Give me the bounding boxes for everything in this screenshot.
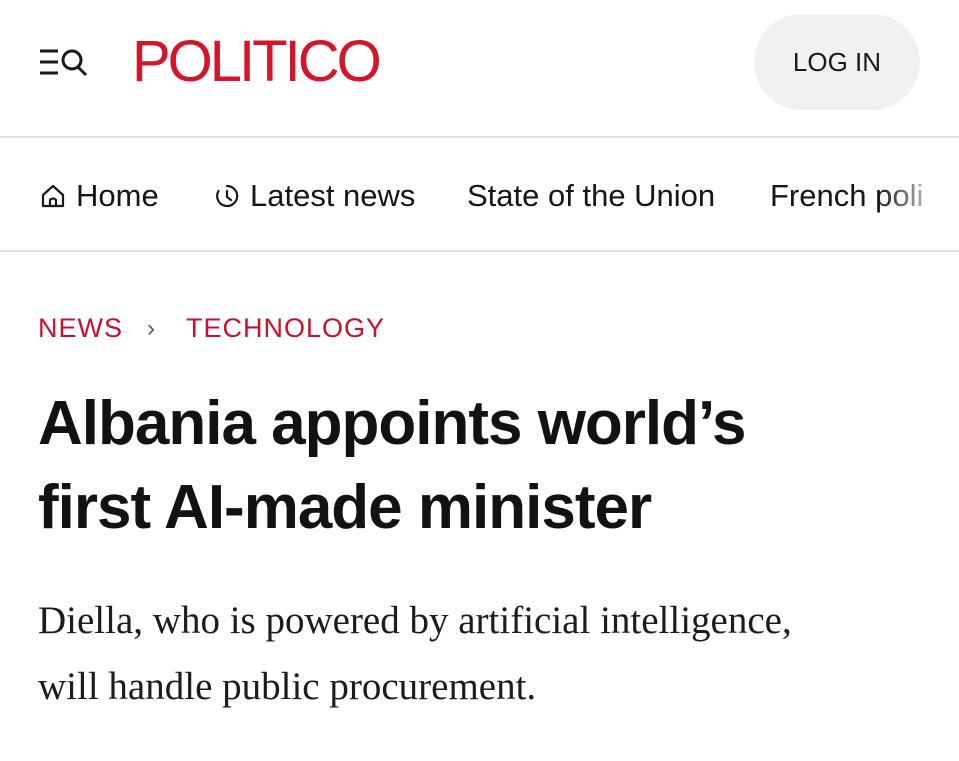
- breadcrumb-technology[interactable]: TECHNOLOGY: [186, 313, 385, 344]
- dek-line-1: Diella, who is powered by artificial int…: [38, 599, 792, 642]
- section-nav: Home Latest news State of the Union Fren…: [0, 140, 959, 252]
- dek-line-2: will handle public procurement.: [38, 665, 537, 708]
- headline-line-2: first AI-made minister: [38, 473, 652, 542]
- breadcrumb: NEWS › TECHNOLOGY: [38, 313, 385, 344]
- clock-icon: [216, 184, 239, 208]
- article-headline: Albania appoints world’s first AI-made m…: [38, 382, 938, 550]
- nav-item-home-label: Home: [76, 178, 159, 213]
- article-dek: Diella, who is powered by artificial int…: [38, 588, 938, 720]
- headline-line-1: Albania appoints world’s: [38, 389, 746, 458]
- menu-search-icon[interactable]: [38, 47, 90, 79]
- politico-logo[interactable]: POLITICO: [132, 30, 382, 94]
- nav-item-latest-news-label: Latest news: [250, 178, 416, 213]
- nav-fade-overlay: [879, 140, 959, 250]
- nav-item-state-of-the-union[interactable]: State of the Union: [467, 176, 715, 216]
- nav-item-latest-news[interactable]: Latest news: [214, 176, 415, 216]
- home-icon: [41, 184, 65, 208]
- breadcrumb-news[interactable]: NEWS: [38, 313, 123, 344]
- site-header: POLITICO LOG IN: [0, 0, 959, 138]
- nav-item-state-of-the-union-label: State of the Union: [467, 178, 716, 213]
- login-button[interactable]: LOG IN: [754, 14, 920, 110]
- nav-item-home[interactable]: Home: [40, 176, 159, 216]
- breadcrumb-chevron-icon: ›: [147, 314, 156, 342]
